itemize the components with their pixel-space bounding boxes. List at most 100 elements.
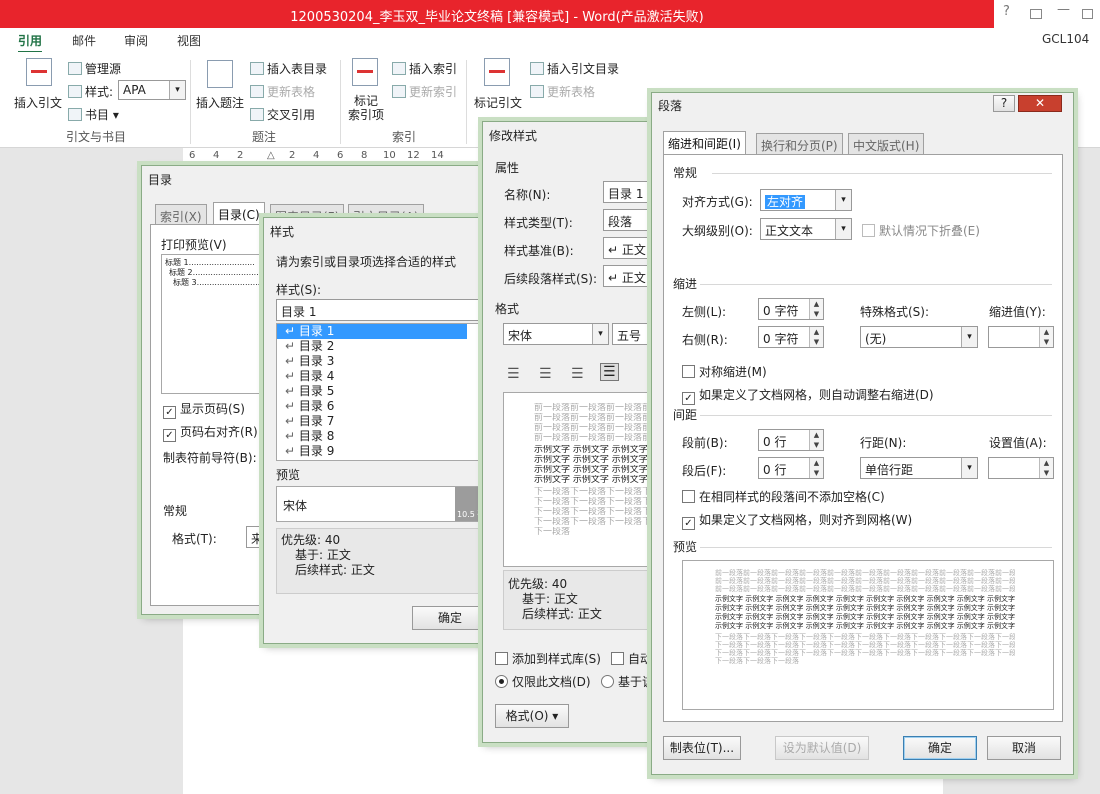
paragraph-ok-button[interactable]: 确定 bbox=[903, 736, 977, 760]
justify-icon[interactable]: ☰ bbox=[600, 363, 619, 381]
update-table-button[interactable]: 更新表格 bbox=[250, 83, 315, 100]
tab-toc[interactable]: 目录(C) bbox=[213, 202, 265, 225]
cross-reference-button[interactable]: 交叉引用 bbox=[250, 106, 315, 123]
ruler-indent-marker-icon[interactable]: △ bbox=[267, 150, 275, 161]
template-radio[interactable]: 基于该 bbox=[601, 673, 654, 690]
auto-update-checkbox[interactable]: 自动 bbox=[611, 650, 652, 667]
insert-caption-button[interactable]: 插入题注 bbox=[196, 94, 244, 111]
tab-references[interactable]: 引用 bbox=[18, 32, 43, 53]
preview-next-line: 下一段落下一段落下一段落下一段落 bbox=[534, 487, 662, 497]
next-value: ↵ 正文 bbox=[608, 271, 646, 285]
show-page-numbers-label: 显示页码(S) bbox=[180, 402, 245, 416]
mark-citation-button[interactable]: 标记引文 bbox=[474, 94, 522, 111]
ruler-tick: 12 bbox=[407, 150, 420, 161]
only-doc-radio[interactable]: 仅限此文档(D) bbox=[495, 673, 591, 690]
align-center-icon[interactable]: ☰ bbox=[539, 366, 552, 382]
style-list-item[interactable]: ↵ 目录 2 bbox=[277, 339, 467, 354]
left-indent-value: 0 字符 bbox=[763, 304, 799, 318]
pv-next-line: 下一段落下一段落下一段落下一段落下一段落下一段落下一段落下一段落下一段落下一段落… bbox=[715, 649, 1015, 657]
tab-indents-spacing[interactable]: 缩进和间距(I) bbox=[663, 131, 746, 154]
paragraph-preview-box: 前一段落前一段落前一段落前一段落前一段落前一段落前一段落前一段落前一段落前一段落… bbox=[682, 560, 1054, 710]
no-space-checkbox[interactable]: 在相同样式的段落间不添加空格(C) bbox=[682, 488, 885, 505]
tab-leader-label: 制表符前导符(B): bbox=[163, 451, 257, 465]
style-list-item[interactable]: ↵ 目录 4 bbox=[277, 369, 467, 384]
mark-entry-button[interactable]: 标记 索引项 bbox=[348, 94, 384, 122]
left-indent-spinner[interactable]: 0 字符 ▲ ▼ bbox=[758, 298, 824, 320]
tab-line-page-breaks[interactable]: 换行和分页(P) bbox=[756, 133, 843, 154]
align-right-icon[interactable]: ☰ bbox=[571, 366, 584, 382]
by-spinner[interactable]: ▲ ▼ bbox=[988, 326, 1054, 348]
style-name-input[interactable]: 目录 1 bbox=[276, 299, 496, 321]
at-spinner[interactable]: ▲ ▼ bbox=[988, 457, 1054, 479]
special-label: 特殊格式(S): bbox=[860, 305, 930, 319]
help-button[interactable]: ? bbox=[993, 95, 1015, 112]
type-label: 样式类型(T): bbox=[504, 216, 573, 230]
insert-citation-button[interactable]: 插入引文 bbox=[14, 94, 62, 111]
manage-sources-button[interactable]: 管理源 bbox=[68, 60, 121, 77]
minimize-icon[interactable]: — bbox=[1057, 2, 1070, 17]
title-bar: 1200530204_李玉双_毕业论文终稿 [兼容模式] - Word(产品激活… bbox=[0, 0, 1100, 28]
checkbox-unchecked-icon bbox=[495, 652, 508, 665]
style-listbox[interactable]: ↵ 目录 1 ↵ 目录 2 ↵ 目录 3 ↵ 目录 4 ↵ 目录 5 ↵ 目录 6 ↵ 目录… bbox=[276, 323, 496, 461]
ribbon-display-icon[interactable] bbox=[1030, 9, 1042, 19]
alignment-select[interactable]: 左对齐 ▾ bbox=[760, 189, 852, 211]
spinner-arrows-icon[interactable]: ▲ ▼ bbox=[809, 458, 823, 478]
style-list-item[interactable]: ↵ 目录 5 bbox=[277, 384, 467, 399]
mirror-checkbox[interactable]: 对称缩进(M) bbox=[682, 363, 767, 380]
outline-select[interactable]: 正文文本 ▾ bbox=[760, 218, 852, 240]
spinner-arrows-icon[interactable]: ▲ ▼ bbox=[809, 430, 823, 450]
style-ok-button[interactable]: 确定 bbox=[412, 606, 488, 630]
tab-review[interactable]: 审阅 bbox=[124, 32, 148, 49]
modify-style-dialog: 修改样式 属性 名称(N): 目录 1 样式类型(T): 段落 样式基准(B):… bbox=[482, 121, 663, 743]
add-gallery-checkbox[interactable]: 添加到样式库(S) bbox=[495, 650, 601, 667]
spinner-arrows-icon[interactable]: ▲ ▼ bbox=[809, 327, 823, 347]
style-list-item[interactable]: ↵ 目录 7 bbox=[277, 414, 467, 429]
maximize-icon[interactable] bbox=[1082, 9, 1093, 19]
outline-value: 正文文本 bbox=[765, 224, 814, 238]
citation-style-select[interactable]: APA ▾ bbox=[118, 80, 186, 100]
close-button[interactable]: ✕ bbox=[1018, 95, 1062, 112]
update-toa-button[interactable]: 更新表格 bbox=[530, 83, 595, 100]
style-list-item-label: 目录 3 bbox=[298, 354, 335, 368]
insert-toa-button[interactable]: 插入引文目录 bbox=[530, 60, 619, 77]
tab-index[interactable]: 索引(X) bbox=[155, 204, 207, 225]
show-page-numbers-checkbox[interactable]: ✓ 显示页码(S) bbox=[163, 400, 245, 419]
bibliography-button[interactable]: 书目 ▾ bbox=[68, 106, 119, 123]
spinner-arrows-icon[interactable]: ▲ ▼ bbox=[1039, 327, 1053, 347]
snap-grid-checkbox[interactable]: ✓ 如果定义了文档网格，则对齐到网格(W) bbox=[682, 511, 912, 530]
tab-asian-typography[interactable]: 中文版式(H) bbox=[848, 133, 925, 154]
after-spinner[interactable]: 0 行 ▲ ▼ bbox=[758, 457, 824, 479]
collapse-checkbox[interactable]: 默认情况下折叠(E) bbox=[862, 222, 980, 239]
font-select[interactable]: 宋体 ▾ bbox=[503, 323, 609, 345]
modify-next-style: 后续样式: 正文 bbox=[522, 607, 602, 621]
right-indent-spinner[interactable]: 0 字符 ▲ ▼ bbox=[758, 326, 824, 348]
style-list-item[interactable]: ↵ 目录 1 bbox=[277, 324, 467, 339]
tabs-button[interactable]: 制表位(T)... bbox=[663, 736, 741, 760]
spinner-arrows-icon[interactable]: ▲ ▼ bbox=[809, 299, 823, 319]
format-menu-button[interactable]: 格式(O) ▾ bbox=[495, 704, 569, 728]
style-list-item[interactable]: ↵ 目录 3 bbox=[277, 354, 467, 369]
chevron-down-icon: ▾ bbox=[169, 81, 185, 99]
style-list-item[interactable]: ↵ 目录 9 bbox=[277, 444, 467, 459]
insert-index-button[interactable]: 插入索引 bbox=[392, 60, 457, 77]
preview-sample-line: 示例文字 示例文字 示例文字 bbox=[534, 455, 648, 465]
preview-end-line: 下一段落 bbox=[534, 527, 571, 537]
tab-view[interactable]: 视图 bbox=[177, 32, 201, 49]
user-name[interactable]: GCL104 bbox=[1042, 32, 1089, 46]
right-align-checkbox[interactable]: ✓ 页码右对齐(R) bbox=[163, 423, 258, 442]
before-spinner[interactable]: 0 行 ▲ ▼ bbox=[758, 429, 824, 451]
help-icon[interactable]: ? bbox=[1003, 4, 1010, 19]
update-index-button[interactable]: 更新索引 bbox=[392, 83, 457, 100]
paragraph-cancel-button[interactable]: 取消 bbox=[987, 736, 1061, 760]
insert-table-figures-button[interactable]: 插入表目录 bbox=[250, 60, 327, 77]
style-list-item[interactable]: ↵ 目录 8 bbox=[277, 429, 467, 444]
auto-right-checkbox[interactable]: ✓ 如果定义了文档网格，则自动调整右缩进(D) bbox=[682, 386, 934, 405]
special-select[interactable]: (无) ▾ bbox=[860, 326, 978, 348]
align-left-icon[interactable]: ☰ bbox=[507, 366, 520, 382]
spinner-arrows-icon[interactable]: ▲ ▼ bbox=[1039, 458, 1053, 478]
properties-heading: 属性 bbox=[495, 161, 520, 175]
style-list-item[interactable]: ↵ 目录 6 bbox=[277, 399, 467, 414]
tab-mailings[interactable]: 邮件 bbox=[72, 32, 96, 49]
line-spacing-select[interactable]: 单倍行距 ▾ bbox=[860, 457, 978, 479]
set-default-button[interactable]: 设为默认值(D) bbox=[775, 736, 869, 760]
